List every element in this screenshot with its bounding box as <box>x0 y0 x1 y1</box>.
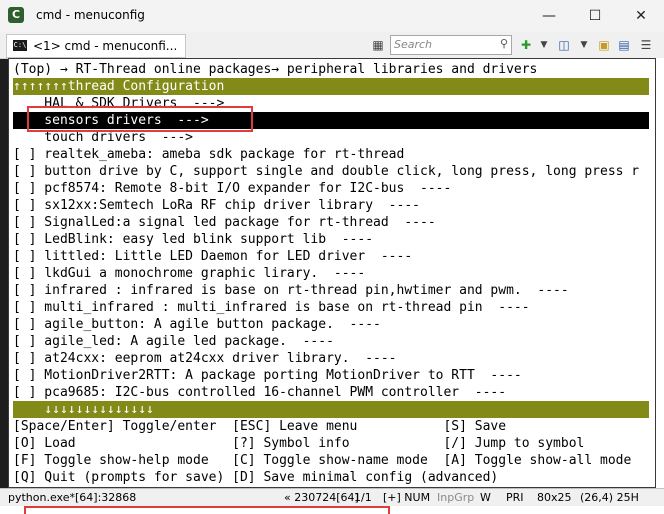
status-cursor: (26,4) 25H <box>580 491 639 504</box>
close-icon[interactable]: ✕ <box>618 0 664 32</box>
menu-item[interactable]: [ ] lkdGui a monochrome graphic lirary. … <box>13 265 365 282</box>
split-view-icon[interactable]: ◫ <box>556 37 572 53</box>
menu-item[interactable]: [ ] pcf8574: Remote 8-bit I/O expander f… <box>13 180 451 197</box>
toolbar: C:\ <1> cmd - menuconfi... ▦ Search ⚲ ✚ … <box>0 32 664 59</box>
new-console-icon[interactable]: ✚ <box>518 37 534 53</box>
menu-header: ↑↑↑↑↑↑↑thread Configuration <box>13 78 649 95</box>
menu-item[interactable]: [ ] infrared : infrared is base on rt-th… <box>13 282 569 299</box>
menu-item[interactable]: [ ] LedBlink: easy led blink support lib… <box>13 231 373 248</box>
status-size: 80x25 <box>537 491 572 504</box>
menu-item[interactable]: [ ] button drive by C, support single an… <box>13 163 639 180</box>
help-line: [F] Toggle show-help mode [C] Toggle sho… <box>13 453 632 468</box>
breadcrumb: (Top) → RT-Thread online packages→ perip… <box>13 62 538 77</box>
view-dropdown-icon[interactable]: ▼ <box>576 37 592 53</box>
terminal[interactable]: (Top) → RT-Thread online packages→ perip… <box>8 58 656 488</box>
status-w: W <box>480 491 491 504</box>
menu-item[interactable]: [ ] multi_infrared : multi_infrared is b… <box>13 299 530 316</box>
menu-item[interactable]: [ ] agile_button: A agile button package… <box>13 316 381 333</box>
help-line: [O] Load [?] Symbol info [/] Jump to sym… <box>13 436 585 451</box>
status-inpgrp: InpGrp <box>437 491 475 504</box>
lock-icon[interactable]: ▣ <box>596 37 612 53</box>
menu-item[interactable]: [ ] agile_led: A agile led package. ---- <box>13 333 334 350</box>
status-position: « 230724[64] <box>284 491 359 504</box>
status-pri: PRI <box>506 491 524 504</box>
maximize-icon[interactable]: ☐ <box>572 0 618 32</box>
annotation-highlight-box-bottom <box>24 506 390 514</box>
status-mode: [+] NUM <box>383 491 431 504</box>
scroll-more-indicator: ↓↓↓↓↓↓↓↓↓↓↓↓↓↓ <box>13 401 649 418</box>
window-title: cmd - menuconfig <box>36 8 145 22</box>
menu-item[interactable]: [ ] pca9685: I2C-bus controlled 16-chann… <box>13 384 506 401</box>
menu-item[interactable]: [ ] littled: Little LED Daemon for LED d… <box>13 248 412 265</box>
tab-console[interactable]: C:\ <1> cmd - menuconfi... <box>6 34 186 58</box>
panel-icon[interactable]: ▤ <box>616 37 632 53</box>
menu-item[interactable]: [ ] SignalLed:a signal led package for r… <box>13 214 436 231</box>
help-line: [Space/Enter] Toggle/enter [ESC] Leave m… <box>13 419 507 434</box>
menu-icon[interactable]: ▦ <box>370 37 386 53</box>
dropdown-icon[interactable]: ▼ <box>536 37 552 53</box>
annotation-highlight-box <box>27 106 253 132</box>
console-icon: C:\ <box>13 40 27 51</box>
app-icon[interactable]: C <box>8 7 24 23</box>
search-input[interactable]: Search ⚲ <box>390 35 512 55</box>
menu-item[interactable]: [ ] at24cxx: eeprom at24cxx driver libra… <box>13 350 397 367</box>
menu-item[interactable]: [ ] sx12xx:Semtech LoRa RF chip driver l… <box>13 197 420 214</box>
menu-item[interactable]: [ ] realtek_ameba: ameba sdk package for… <box>13 146 404 163</box>
background-window-edge <box>656 58 664 488</box>
minimize-icon[interactable]: — <box>526 0 572 32</box>
help-line: [Q] Quit (prompts for save) [D] Save min… <box>13 470 499 485</box>
status-bar: python.exe*[64]:32868 « 230724[64] 1/1 [… <box>0 488 664 507</box>
menu-item[interactable]: [ ] MotionDriver2RTT: A package porting … <box>13 367 522 384</box>
status-process: python.exe*[64]:32868 <box>8 491 137 504</box>
title-bar: C cmd - menuconfig — ☐ ✕ <box>0 0 664 32</box>
search-icon: ⚲ <box>499 37 508 50</box>
search-placeholder: Search <box>394 38 433 51</box>
tab-label: <1> cmd - menuconfi... <box>33 39 178 53</box>
status-pages: 1/1 <box>354 491 372 504</box>
hamburger-icon[interactable]: ☰ <box>638 37 654 53</box>
